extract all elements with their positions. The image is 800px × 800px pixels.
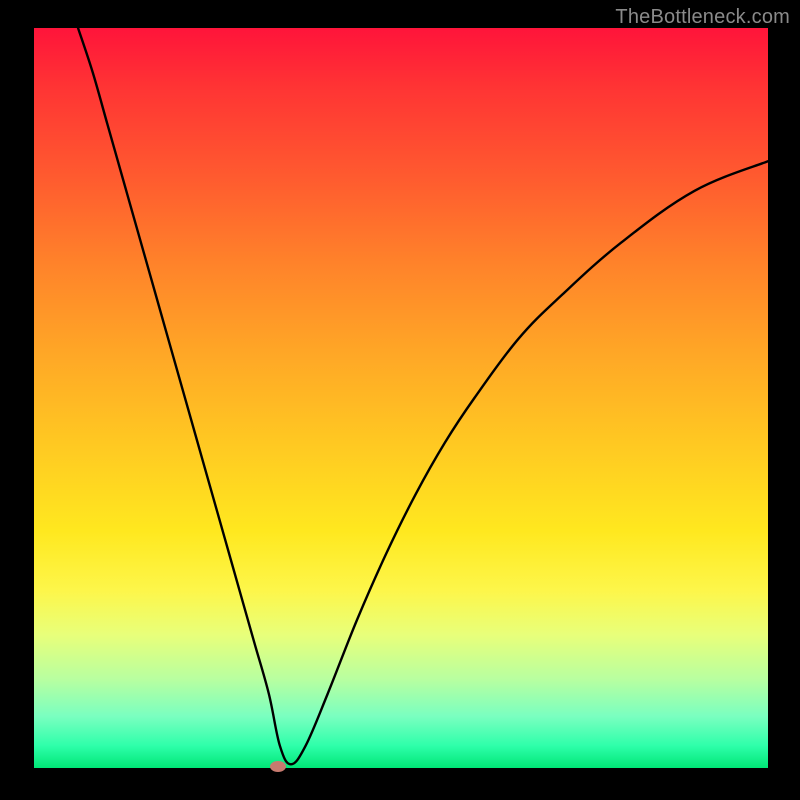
curve-svg <box>34 28 768 768</box>
chart-plot-area <box>34 28 768 768</box>
bottleneck-curve <box>78 28 768 764</box>
optimal-point-marker <box>270 761 286 772</box>
watermark-text: TheBottleneck.com <box>615 6 790 29</box>
